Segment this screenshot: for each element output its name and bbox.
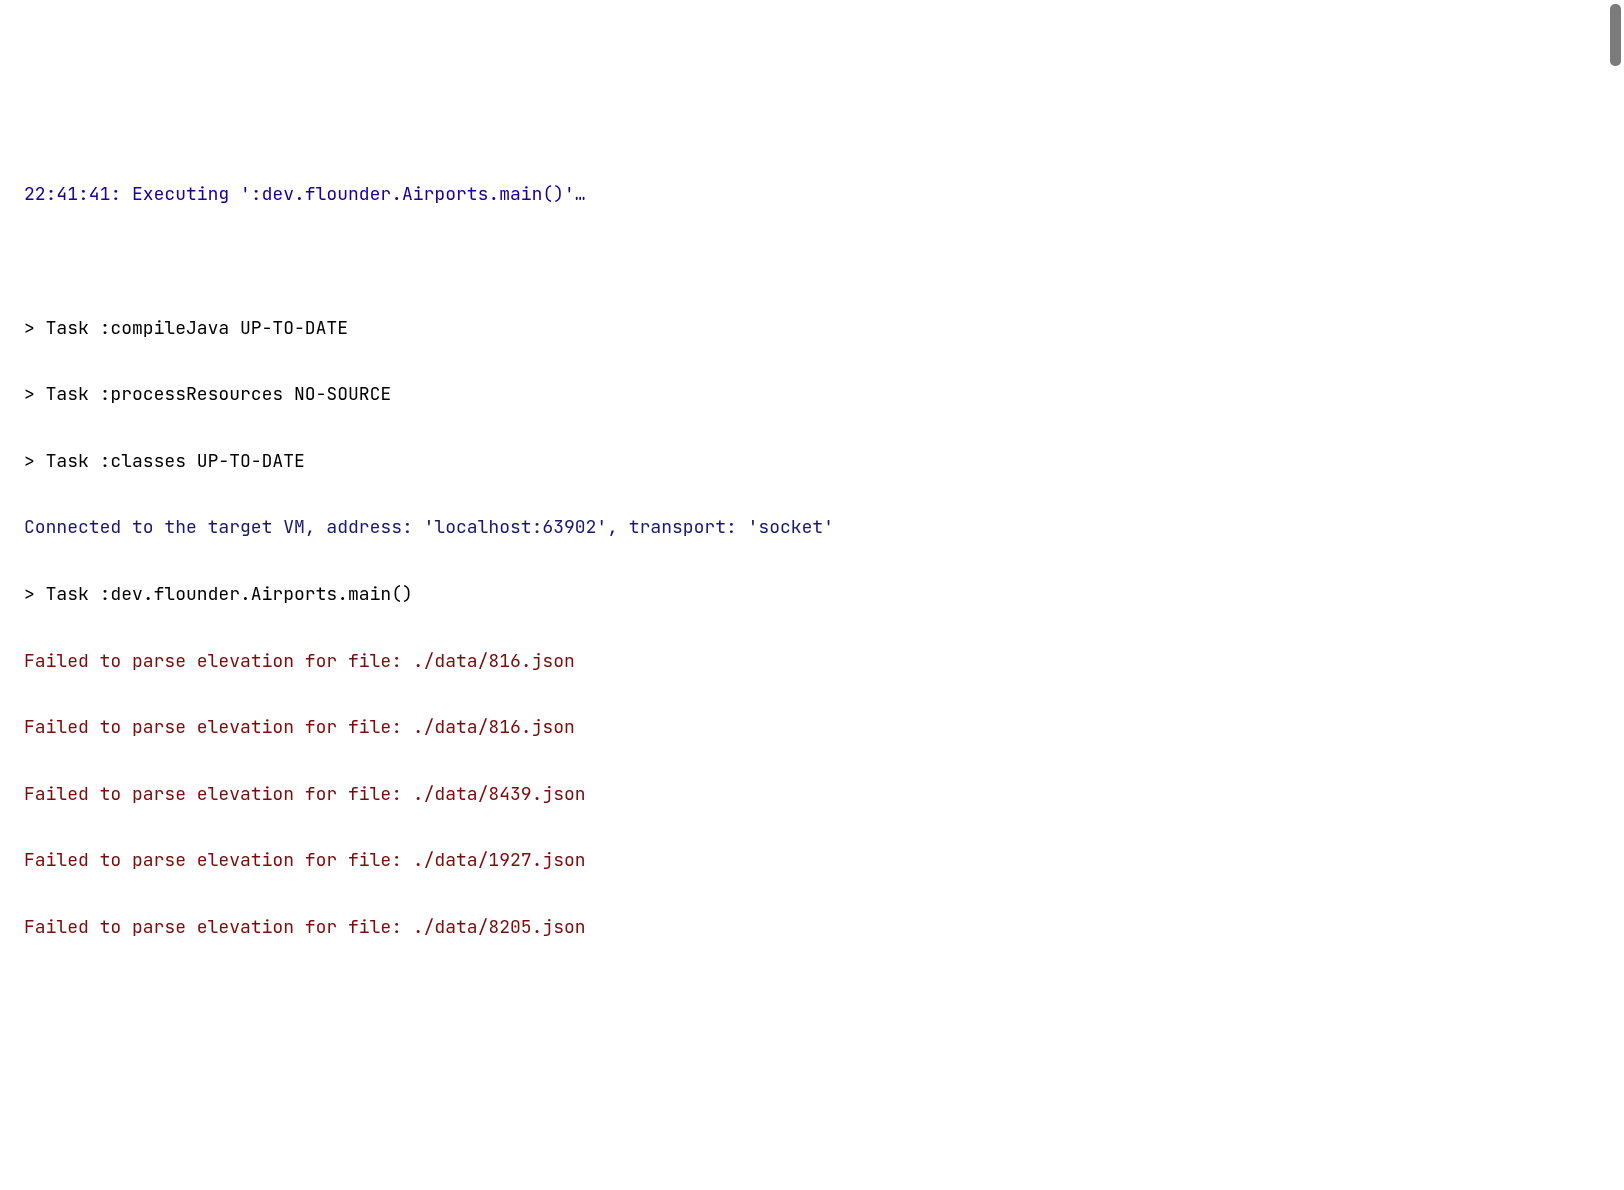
timestamp: 22:41:41: [24,183,121,206]
console-output[interactable]: 22:41:41: Executing ':dev.flounder.Airpo… [24,145,1600,957]
task-line: > Task :processResources NO-SOURCE [24,378,1600,411]
main-task-line: > Task :dev.flounder.Airports.main() [24,578,1600,611]
error-line: Failed to parse elevation for file: ./da… [24,711,1600,744]
task-line: > Task :compileJava UP-TO-DATE [24,312,1600,345]
executing-text: Executing ':dev.flounder.Airports.main()… [121,183,585,206]
task-line: > Task :classes UP-TO-DATE [24,445,1600,478]
connected-line: Connected to the target VM, address: 'lo… [24,511,1600,544]
blank-line [24,245,1600,278]
error-line: Failed to parse elevation for file: ./da… [24,645,1600,678]
error-line: Failed to parse elevation for file: ./da… [24,844,1600,877]
executing-line: 22:41:41: Executing ':dev.flounder.Airpo… [24,178,1600,211]
error-line: Failed to parse elevation for file: ./da… [24,778,1600,811]
scrollbar-thumb[interactable] [1610,4,1621,66]
error-line: Failed to parse elevation for file: ./da… [24,911,1600,944]
